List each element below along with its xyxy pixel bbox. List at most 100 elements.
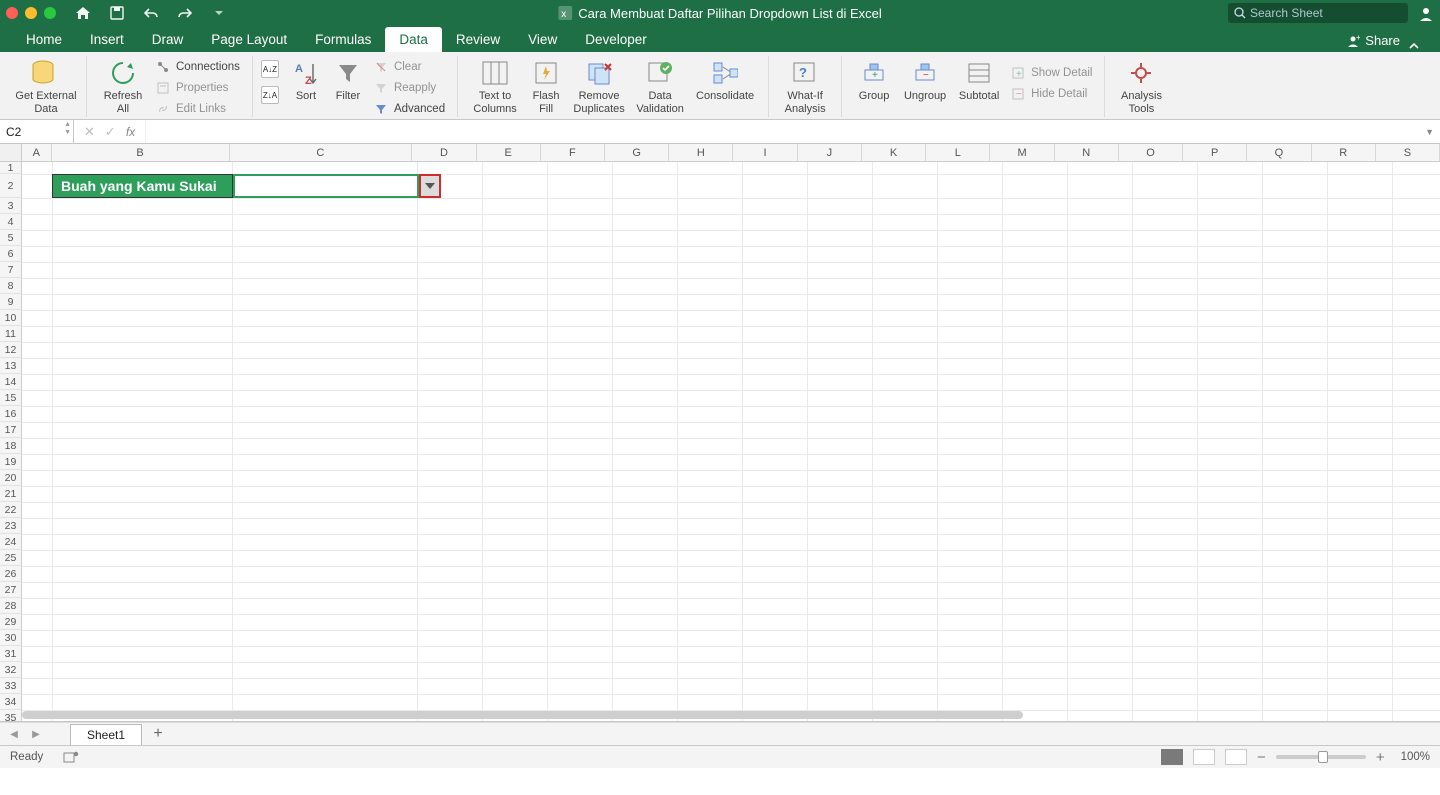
column-header-B[interactable]: B (52, 144, 230, 161)
row-header-32[interactable]: 32 (0, 662, 21, 678)
advanced-filter-button[interactable]: Advanced (369, 100, 449, 118)
row-header-2[interactable]: 2 (0, 174, 21, 198)
view-normal-button[interactable] (1161, 749, 1183, 765)
view-page-break-button[interactable] (1225, 749, 1247, 765)
column-header-O[interactable]: O (1119, 144, 1183, 161)
ungroup-button[interactable]: − Ungroup (898, 56, 952, 103)
row-header-7[interactable]: 7 (0, 262, 21, 278)
row-header-1[interactable]: 1 (0, 162, 21, 174)
horizontal-scrollbar[interactable] (22, 709, 1432, 721)
column-header-C[interactable]: C (230, 144, 413, 161)
what-if-button[interactable]: ? What-If Analysis (777, 56, 833, 115)
zoom-slider[interactable] (1276, 755, 1366, 759)
row-header-26[interactable]: 26 (0, 566, 21, 582)
column-header-A[interactable]: A (22, 144, 52, 161)
tab-draw[interactable]: Draw (138, 27, 198, 52)
consolidate-button[interactable]: Consolidate (690, 56, 760, 103)
row-header-24[interactable]: 24 (0, 534, 21, 550)
row-header-20[interactable]: 20 (0, 470, 21, 486)
row-header-3[interactable]: 3 (0, 198, 21, 214)
sort-button[interactable]: AZ Sort (285, 56, 327, 103)
account-icon[interactable] (1418, 5, 1434, 21)
row-header-4[interactable]: 4 (0, 214, 21, 230)
sheet-nav-prev[interactable]: ◀ (6, 726, 22, 742)
cells-area[interactable]: Buah yang Kamu Sukai (22, 162, 1440, 721)
row-header-21[interactable]: 21 (0, 486, 21, 502)
cancel-formula-icon[interactable]: ✕ (84, 124, 95, 140)
properties-button[interactable]: Properties (151, 79, 244, 97)
row-header-8[interactable]: 8 (0, 278, 21, 294)
tab-home[interactable]: Home (12, 27, 76, 52)
reapply-button[interactable]: Reapply (369, 79, 449, 97)
row-header-27[interactable]: 27 (0, 582, 21, 598)
column-header-J[interactable]: J (798, 144, 862, 161)
worksheet-grid[interactable]: ABCDEFGHIJKLMNOPQRS 12345678910111213141… (0, 144, 1440, 722)
column-header-P[interactable]: P (1183, 144, 1247, 161)
column-header-E[interactable]: E (477, 144, 541, 161)
show-detail-button[interactable]: +Show Detail (1006, 64, 1096, 82)
fx-icon[interactable]: fx (126, 125, 135, 139)
column-header-D[interactable]: D (412, 144, 476, 161)
row-header-18[interactable]: 18 (0, 438, 21, 454)
row-header-28[interactable]: 28 (0, 598, 21, 614)
column-header-S[interactable]: S (1376, 144, 1440, 161)
hide-detail-button[interactable]: −Hide Detail (1006, 85, 1096, 103)
formula-expand-icon[interactable]: ▼ (1425, 127, 1434, 137)
column-header-I[interactable]: I (733, 144, 797, 161)
row-header-33[interactable]: 33 (0, 678, 21, 694)
group-button[interactable]: + Group (850, 56, 898, 103)
tab-formulas[interactable]: Formulas (301, 27, 385, 52)
column-headers[interactable]: ABCDEFGHIJKLMNOPQRS (22, 144, 1440, 162)
sheet-nav-next[interactable]: ▶ (28, 726, 44, 742)
row-header-19[interactable]: 19 (0, 454, 21, 470)
row-header-23[interactable]: 23 (0, 518, 21, 534)
edit-links-button[interactable]: Edit Links (151, 100, 244, 118)
add-sheet-button[interactable]: + (148, 724, 168, 744)
tab-developer[interactable]: Developer (571, 27, 661, 52)
column-header-G[interactable]: G (605, 144, 669, 161)
row-header-25[interactable]: 25 (0, 550, 21, 566)
row-header-9[interactable]: 9 (0, 294, 21, 310)
close-window-icon[interactable] (6, 7, 18, 19)
confirm-formula-icon[interactable]: ✓ (105, 124, 116, 140)
cell-c2-active[interactable] (233, 174, 419, 198)
save-icon[interactable] (108, 4, 126, 22)
refresh-all-button[interactable]: Refresh All (95, 56, 151, 115)
home-icon[interactable] (74, 4, 92, 22)
maximize-window-icon[interactable] (44, 7, 56, 19)
row-header-16[interactable]: 16 (0, 406, 21, 422)
row-header-15[interactable]: 15 (0, 390, 21, 406)
row-header-31[interactable]: 31 (0, 646, 21, 662)
undo-icon[interactable] (142, 4, 160, 22)
analysis-tools-button[interactable]: Analysis Tools (1113, 56, 1169, 115)
tab-page-layout[interactable]: Page Layout (197, 27, 301, 52)
filter-button[interactable]: Filter (327, 56, 369, 103)
column-header-N[interactable]: N (1055, 144, 1119, 161)
search-sheet-input[interactable]: Search Sheet (1228, 3, 1408, 23)
column-header-M[interactable]: M (990, 144, 1054, 161)
row-header-22[interactable]: 22 (0, 502, 21, 518)
tab-view[interactable]: View (514, 27, 571, 52)
row-header-5[interactable]: 5 (0, 230, 21, 246)
row-header-29[interactable]: 29 (0, 614, 21, 630)
row-header-6[interactable]: 6 (0, 246, 21, 262)
tab-data[interactable]: Data (385, 27, 442, 52)
subtotal-button[interactable]: Subtotal (952, 56, 1006, 103)
column-header-Q[interactable]: Q (1247, 144, 1311, 161)
zoom-in-button[interactable]: + (1376, 749, 1385, 766)
flash-fill-button[interactable]: Flash Fill (524, 56, 568, 115)
row-headers[interactable]: 1234567891011121314151617181920212223242… (0, 162, 22, 722)
name-box-stepper[interactable]: ▲▼ (64, 121, 71, 136)
row-header-14[interactable]: 14 (0, 374, 21, 390)
dropdown-handle-icon[interactable] (419, 174, 441, 198)
collapse-ribbon-icon[interactable] (1408, 40, 1430, 52)
column-header-L[interactable]: L (926, 144, 990, 161)
get-external-data-button[interactable]: Get External Data (14, 56, 78, 115)
connections-button[interactable]: Connections (151, 58, 244, 76)
share-button[interactable]: + Share (1338, 29, 1408, 52)
data-validation-button[interactable]: Data Validation (630, 56, 690, 115)
row-header-34[interactable]: 34 (0, 694, 21, 710)
row-header-35[interactable]: 35 (0, 710, 21, 722)
qat-dropdown-icon[interactable] (210, 4, 228, 22)
select-all-corner[interactable] (0, 144, 22, 162)
